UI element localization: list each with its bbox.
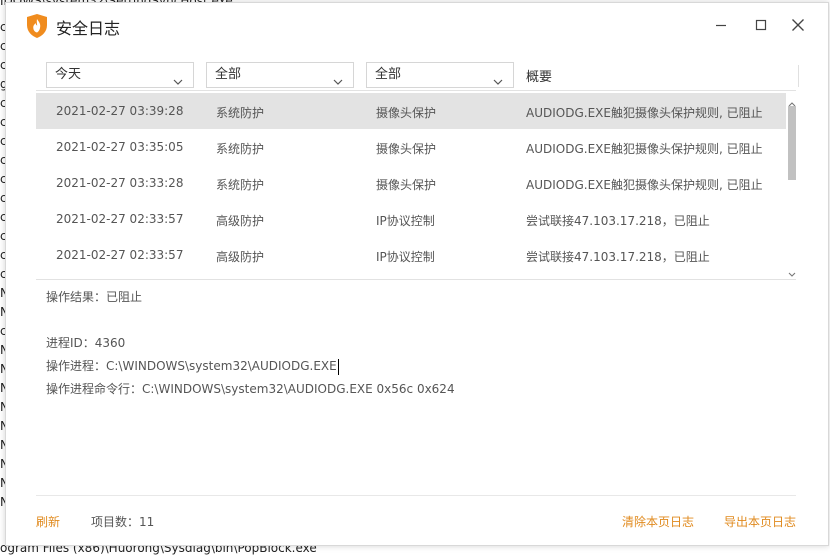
log-row[interactable]: 2021-02-27 03:39:28 系统防护 摄像头保护 AUDIODG.EXE触… [36,93,786,129]
log-type: 高级防护 [216,214,265,228]
log-time: 2021-02-27 03:33:28 [56,176,184,190]
time-filter-value: 今天 [55,67,82,82]
item-count: 项目数：11 [91,515,155,529]
log-category: IP协议控制 [376,214,435,228]
log-summary: 尝试联接47.103.17.218，已阻止 [526,214,710,228]
type-filter-value: 全部 [215,67,242,82]
log-category: 摄像头保护 [376,178,437,192]
minimize-icon [715,19,727,31]
log-table: 2021-02-27 03:39:28 系统防护 摄像头保护 AUDIODG.EXE触… [36,93,796,280]
close-button[interactable] [783,11,813,39]
security-log-dialog: 安全日志 今天 全部 全部 概要 2021-02-27 03:39:28 系统防… [5,2,829,546]
detail-process-path-text: 操作进程：C:\WINDOWS\system32\AUDIODG.EXE [46,359,337,373]
refresh-link[interactable]: 刷新 [36,513,60,530]
category-filter-dropdown[interactable]: 全部 [366,62,514,88]
chevron-down-icon [173,71,183,95]
log-category: IP协议控制 [376,250,435,264]
detail-command-line: 操作进程命令行：C:\WINDOWS\system32\AUDIODG.EXE … [46,382,455,396]
log-category: 摄像头保护 [376,106,437,120]
log-type: 系统防护 [216,178,265,192]
title-bar[interactable]: 安全日志 [6,3,828,47]
export-page-log-link[interactable]: 导出本页日志 [724,513,796,530]
huorong-shield-icon [26,14,48,38]
scrollbar-thumb[interactable] [788,106,796,180]
category-filter-value: 全部 [375,67,402,82]
table-scrollbar[interactable] [786,95,798,279]
column-divider [798,65,799,87]
log-time: 2021-02-27 03:39:28 [56,104,184,118]
log-type: 系统防护 [216,142,265,156]
chevron-down-icon [493,71,503,95]
log-time: 2021-02-27 02:33:57 [56,248,184,262]
text-cursor [337,358,339,375]
log-row[interactable]: 2021-02-27 02:33:57 高级防护 IP协议控制 尝试联接47.103.… [36,237,786,273]
log-category: 摄像头保护 [376,142,437,156]
scroll-down-icon[interactable] [786,265,798,284]
filter-bar: 今天 全部 全部 概要 [36,60,799,91]
log-row[interactable]: 2021-02-27 03:33:28 系统防护 摄像头保护 AUDIODG.EXE触… [36,165,786,201]
log-row[interactable]: 2021-02-27 03:35:05 系统防护 摄像头保护 AUDIODG.EXE触… [36,129,786,165]
log-row[interactable]: 2021-02-27 02:33:57 高级防护 IP协议控制 尝试联接47.103.… [36,201,786,237]
log-time: 2021-02-27 02:33:57 [56,212,184,226]
footer-divider [36,495,796,496]
clear-page-log-link[interactable]: 清除本页日志 [622,513,694,530]
detail-process-path: 操作进程：C:\WINDOWS\system32\AUDIODG.EXE [46,357,339,375]
log-time: 2021-02-27 03:35:05 [56,140,184,154]
log-summary: 尝试联接47.103.17.218，已阻止 [526,250,710,264]
detail-result: 操作结果：已阻止 [46,290,143,304]
maximize-button[interactable] [746,11,776,39]
chevron-down-icon [333,71,343,95]
maximize-icon [755,19,767,31]
log-summary: AUDIODG.EXE触犯摄像头保护规则, 已阻止 [526,106,763,120]
detail-process-id: 进程ID：4360 [46,336,126,350]
log-type: 高级防护 [216,250,265,264]
type-filter-dropdown[interactable]: 全部 [206,62,354,88]
close-icon [791,18,805,32]
minimize-button[interactable] [706,11,736,39]
log-summary: AUDIODG.EXE触犯摄像头保护规则, 已阻止 [526,142,763,156]
log-type: 系统防护 [216,106,265,120]
summary-column-header: 概要 [526,70,553,85]
log-summary: AUDIODG.EXE触犯摄像头保护规则, 已阻止 [526,178,763,192]
time-filter-dropdown[interactable]: 今天 [46,62,194,88]
window-title: 安全日志 [56,19,121,38]
